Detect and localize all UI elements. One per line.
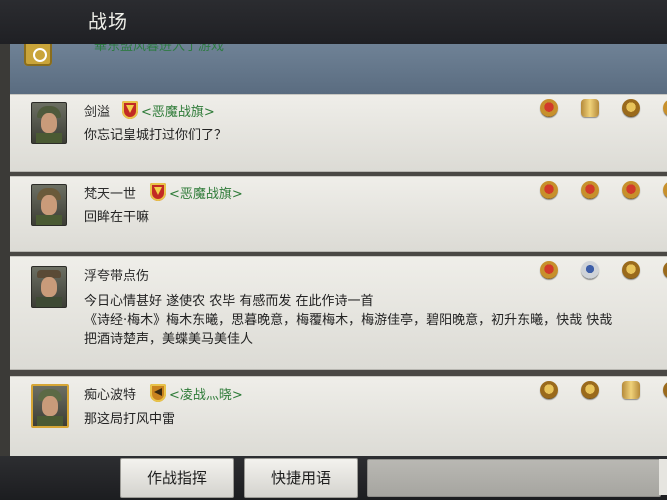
medal-badges xyxy=(540,381,667,405)
guild-name[interactable]: <凌战灬晓> xyxy=(169,384,243,403)
medal-badges xyxy=(540,261,667,285)
player-name[interactable]: 浮夸带点伤 xyxy=(84,265,149,284)
message-text: 《诗经·梅木》梅木东曦，思暮晚意，梅覆梅木，梅游佳亭，碧阳晚意，初升东曦，快哉 … xyxy=(84,313,613,328)
avatar[interactable] xyxy=(31,384,69,428)
winged-medal-icon xyxy=(622,381,640,399)
medal-icon xyxy=(663,381,667,399)
medal-icon xyxy=(581,181,599,199)
star-medal-icon xyxy=(581,261,599,279)
chat-message: 梵天一世 <恶魔战旗> 回眸在干嘛 xyxy=(10,176,667,252)
medal-icon xyxy=(622,181,640,199)
chat-message: 痴心波特 <凌战灬晓> 那这局打风中雷 xyxy=(10,376,667,458)
send-button-edge[interactable] xyxy=(659,459,667,495)
message-text: 把酒诗楚声，美蝶美马美佳人 xyxy=(84,332,254,347)
system-speaker-icon xyxy=(24,44,52,66)
guild-emblem-icon xyxy=(150,183,166,201)
avatar[interactable] xyxy=(31,102,67,144)
medal-badges xyxy=(540,99,667,123)
medal-icon xyxy=(622,261,640,279)
chat-message: 浮夸带点伤 今日心情甚好 遂使农 农毕 有感而发 在此作诗一首 《诗经·梅木》梅… xyxy=(10,256,667,370)
guild-name[interactable]: <恶魔战旗> xyxy=(141,101,215,120)
chat-feed[interactable]: 剑溢 <恶魔战旗> 你忘记皇城打过你们了？ 梵天一世 <恶魔战旗> 回眸在干嘛 xyxy=(10,94,667,458)
medal-icon xyxy=(663,181,667,199)
chat-message: 剑溢 <恶魔战旗> 你忘记皇城打过你们了？ xyxy=(10,94,667,172)
guild-emblem-icon xyxy=(122,101,138,119)
system-message-bar: 華东盟风暮进入了游戏 xyxy=(10,44,667,94)
command-button[interactable]: 作战指挥 xyxy=(120,458,234,498)
winged-medal-icon xyxy=(581,99,599,117)
player-name[interactable]: 剑溢 xyxy=(84,101,110,120)
medal-icon xyxy=(540,181,558,199)
message-text: 那这局打风中雷 xyxy=(84,412,176,427)
avatar[interactable] xyxy=(31,184,67,226)
chat-input[interactable] xyxy=(367,459,661,497)
page-title: 战场 xyxy=(88,11,129,33)
message-text: 回眸在干嘛 xyxy=(84,210,150,225)
star-medal-icon xyxy=(622,99,640,117)
quick-phrase-button[interactable]: 快捷用语 xyxy=(244,458,358,498)
avatar[interactable] xyxy=(31,266,67,308)
medal-icon xyxy=(540,99,558,117)
guild-name[interactable]: <恶魔战旗> xyxy=(169,183,243,202)
system-message-text: 華东盟风暮进入了游戏 xyxy=(94,44,225,54)
bottom-bar: 作战指挥 快捷用语 xyxy=(0,456,667,500)
player-name[interactable]: 梵天一世 xyxy=(84,183,136,202)
medal-icon xyxy=(663,99,667,117)
medal-icon xyxy=(540,381,558,399)
player-name[interactable]: 痴心波特 xyxy=(84,384,136,403)
guild-emblem-icon xyxy=(150,384,166,402)
medal-icon xyxy=(663,261,667,279)
top-bar: 战场 xyxy=(0,0,667,44)
medal-badges xyxy=(540,181,667,205)
message-text: 今日心情甚好 遂使农 农毕 有感而发 在此作诗一首 xyxy=(84,294,374,309)
medal-icon xyxy=(581,381,599,399)
message-text: 你忘记皇城打过你们了？ xyxy=(84,128,228,143)
medal-icon xyxy=(540,261,558,279)
